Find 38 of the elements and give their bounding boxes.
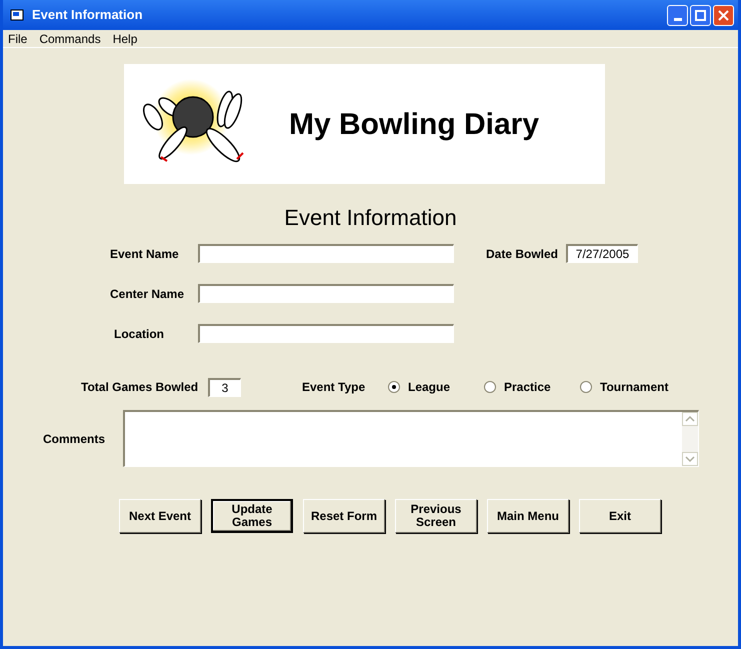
close-icon [718, 10, 729, 20]
field-label: Total Games Bowled [81, 379, 200, 396]
scrollbar[interactable] [682, 412, 698, 466]
form-button[interactable]: Exit [579, 499, 661, 533]
minimize-button[interactable] [667, 4, 688, 26]
center-name-field[interactable] [198, 284, 454, 303]
form-button[interactable]: Reset Form [303, 499, 385, 533]
comments-field[interactable] [123, 410, 699, 467]
field-label: Event Name [110, 246, 180, 262]
scroll-down-icon [682, 452, 698, 466]
form-heading: Event Information [284, 204, 457, 232]
radio-option[interactable]: Tournament [580, 378, 676, 396]
field-label: Date Bowled [486, 246, 560, 262]
form-button[interactable]: Update Games [211, 499, 293, 533]
scroll-up-icon [682, 412, 698, 426]
event-name-field[interactable] [198, 244, 454, 263]
menu-item[interactable]: File [8, 30, 28, 48]
field-label: Location [114, 326, 165, 342]
field-label: Comments [43, 430, 106, 448]
form-button[interactable]: Next Event [119, 499, 201, 533]
date-field[interactable]: 7/27/2005 [566, 244, 638, 263]
form-button[interactable]: Previous Screen [395, 499, 477, 533]
field-label: Event Type [302, 379, 366, 396]
menu-item[interactable]: Commands [39, 30, 101, 48]
radio-option[interactable]: Practice [484, 378, 580, 396]
location-field[interactable] [198, 324, 454, 343]
minimize-icon [674, 18, 682, 20]
maximize-icon [695, 10, 706, 20]
menu-item[interactable]: Help [112, 30, 138, 48]
radio-option[interactable]: League [388, 378, 484, 396]
form-button[interactable]: Main Menu [487, 499, 569, 533]
field-label: Center Name [110, 286, 186, 302]
total-games-field[interactable]: 3 [208, 378, 241, 396]
window-icon [10, 8, 24, 22]
maximize-button[interactable] [690, 4, 711, 26]
window-title: Event Information [32, 6, 143, 24]
close-button[interactable] [713, 4, 734, 26]
banner-title: My Bowling Diary [289, 106, 540, 142]
